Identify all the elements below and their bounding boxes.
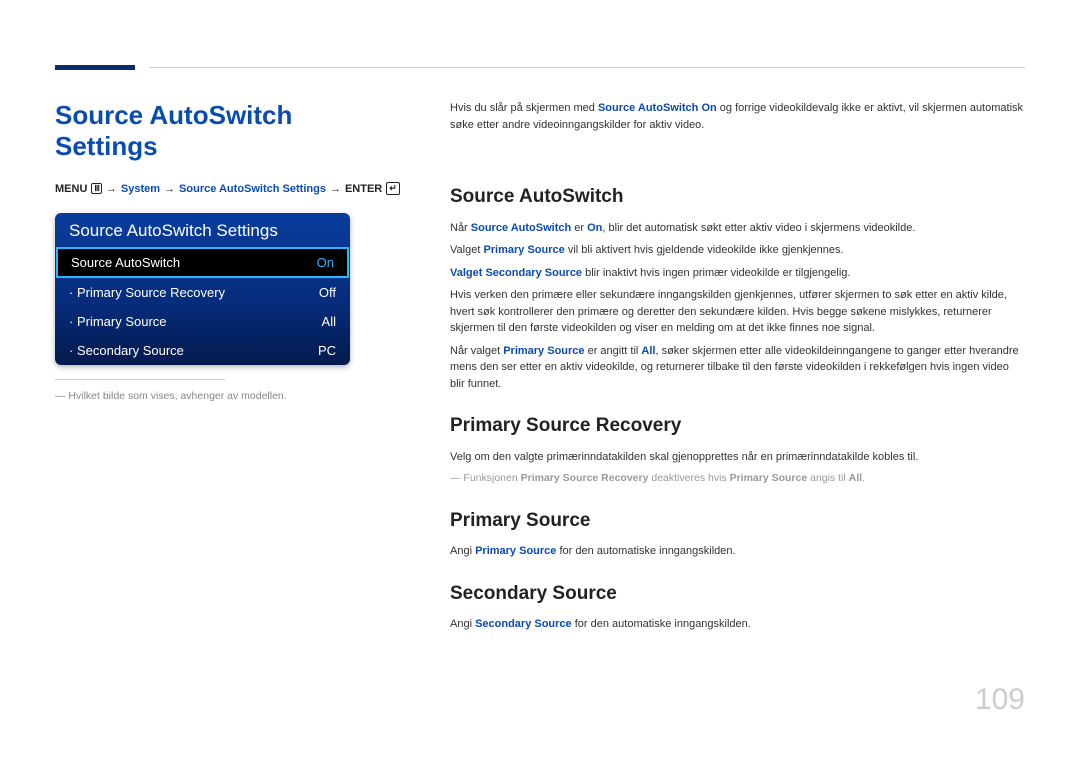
panel-row-secondary-source[interactable]: Secondary Source PC: [55, 336, 350, 365]
path-system: System: [121, 183, 160, 195]
row-label: Primary Source Recovery: [69, 285, 225, 300]
page-number: 109: [975, 683, 1025, 717]
para: Valget Primary Source vil bli aktivert h…: [450, 242, 1025, 259]
note: Funksjonen Primary Source Recovery deakt…: [450, 471, 1025, 487]
row-label: Primary Source: [69, 314, 167, 329]
heading-primary-source: Primary Source: [450, 507, 1025, 536]
arrow-icon: →: [164, 183, 175, 195]
para: Når valget Primary Source er angitt til …: [450, 343, 1025, 393]
footnote: Hvilket bilde som vises, avhenger av mod…: [55, 390, 400, 402]
top-rule: [150, 67, 1025, 68]
heading-primary-recovery: Primary Source Recovery: [450, 412, 1025, 441]
path-settings: Source AutoSwitch Settings: [179, 183, 326, 195]
divider: [55, 379, 225, 380]
row-value: All: [322, 314, 336, 329]
panel-row-primary-source[interactable]: Primary Source All: [55, 307, 350, 336]
arrow-icon: →: [106, 183, 117, 195]
para: Angi Primary Source for den automatiske …: [450, 543, 1025, 560]
menu-path: MENU → System → Source AutoSwitch Settin…: [55, 182, 400, 195]
arrow-icon: →: [330, 183, 341, 195]
row-label: Secondary Source: [69, 343, 184, 358]
panel-row-source-autoswitch[interactable]: Source AutoSwitch On: [56, 247, 349, 278]
para: Velg om den valgte primærinndatakilden s…: [450, 449, 1025, 466]
right-column: Hvis du slår på skjermen med Source Auto…: [450, 100, 1025, 639]
menu-label: MENU: [55, 183, 87, 195]
page-title: Source AutoSwitch Settings: [55, 100, 400, 162]
enter-label: ENTER: [345, 183, 382, 195]
para: Hvis verken den primære eller sekundære …: [450, 287, 1025, 337]
row-value: On: [317, 255, 334, 270]
settings-panel: Source AutoSwitch Settings Source AutoSw…: [55, 213, 350, 365]
heading-secondary-source: Secondary Source: [450, 580, 1025, 609]
row-value: Off: [319, 285, 336, 300]
menu-icon: [91, 183, 102, 194]
panel-row-primary-recovery[interactable]: Primary Source Recovery Off: [55, 278, 350, 307]
intro-para: Hvis du slår på skjermen med Source Auto…: [450, 100, 1025, 133]
row-label: Source AutoSwitch: [71, 255, 180, 270]
para: Angi Secondary Source for den automatisk…: [450, 616, 1025, 633]
para: Valget Secondary Source blir inaktivt hv…: [450, 265, 1025, 282]
panel-title: Source AutoSwitch Settings: [55, 213, 350, 247]
heading-source-autoswitch: Source AutoSwitch: [450, 183, 1025, 212]
accent-bar: [55, 65, 135, 70]
enter-icon: [386, 182, 400, 195]
para: Når Source AutoSwitch er On, blir det au…: [450, 220, 1025, 237]
left-column: Source AutoSwitch Settings MENU → System…: [55, 100, 400, 402]
row-value: PC: [318, 343, 336, 358]
